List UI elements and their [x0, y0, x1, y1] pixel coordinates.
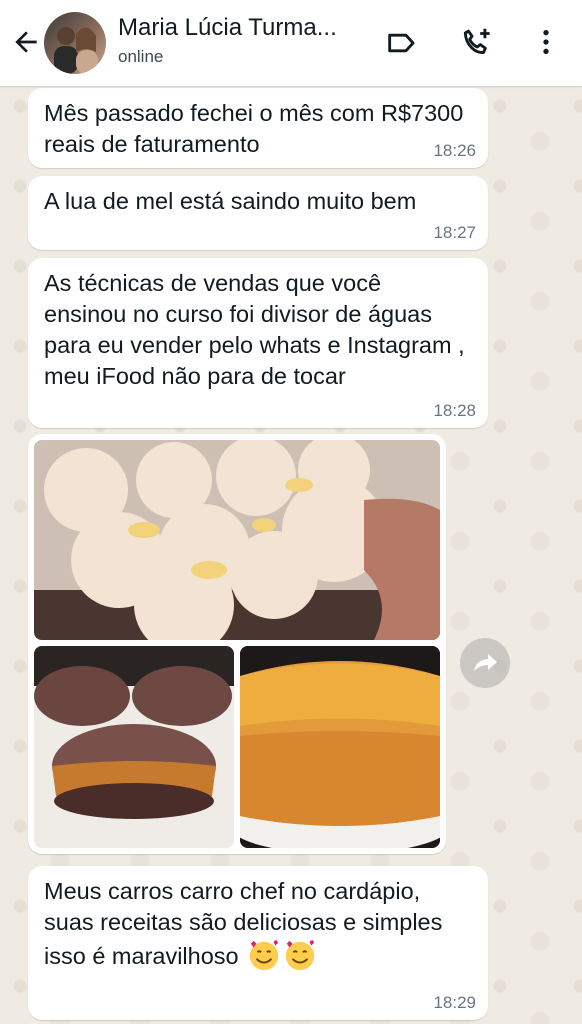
back-arrow-icon[interactable] — [10, 26, 42, 58]
message-bubble[interactable]: Meus carros carro chef no cardápio, suas… — [28, 866, 488, 1020]
forward-icon — [474, 654, 497, 671]
message-text: As técnicas de vendas que você ensinou n… — [44, 270, 465, 389]
message-bubble[interactable]: A lua de mel está saindo muito bem 18:27 — [28, 176, 488, 250]
message-time: 18:28 — [433, 401, 476, 420]
chat-header: Maria Lúcia Turma... online — [0, 0, 582, 86]
more-vert-icon[interactable] — [530, 24, 562, 60]
forward-button[interactable] — [460, 638, 510, 688]
message-text: Meus carros carro chef no cardápio, suas… — [44, 878, 443, 969]
message-bubble[interactable]: As técnicas de vendas que você ensinou n… — [28, 258, 488, 428]
smiling-face-with-hearts-icon — [285, 939, 315, 971]
message-time: 18:27 — [433, 223, 476, 242]
contact-name[interactable]: Maria Lúcia Turma... — [118, 14, 337, 42]
add-call-icon[interactable] — [458, 24, 496, 62]
avatar[interactable] — [44, 12, 106, 74]
message-time: 18:26 — [433, 141, 476, 160]
message-text: A lua de mel está saindo muito bem — [44, 188, 417, 214]
coconut-sweets-photo[interactable] — [34, 440, 440, 640]
chocolate-sandwich-cookies-photo[interactable] — [34, 646, 234, 848]
label-icon[interactable] — [384, 26, 418, 60]
bundt-cake-photo[interactable] — [240, 646, 440, 848]
message-bubble[interactable]: Mês passado fechei o mês com R$7300 reai… — [28, 88, 488, 168]
media-album-bubble[interactable] — [28, 434, 446, 854]
message-time: 18:29 — [433, 993, 476, 1012]
contact-status: online — [118, 47, 164, 66]
smiling-face-with-hearts-icon — [249, 939, 279, 971]
message-text: Mês passado fechei o mês com R$7300 reai… — [44, 100, 464, 157]
